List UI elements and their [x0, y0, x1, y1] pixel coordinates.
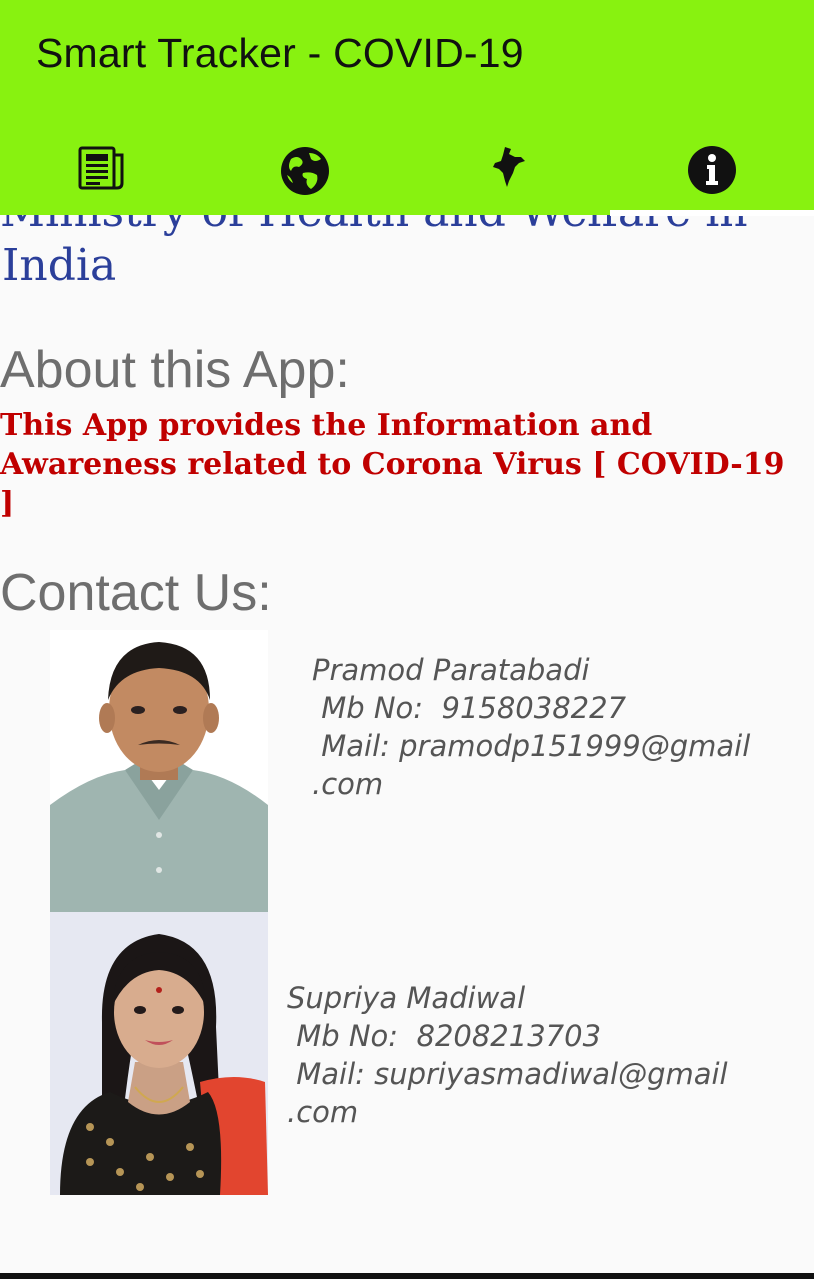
contact-card-supriya: Supriya Madiwal Mb No: 8208213703 Mail: …: [287, 979, 728, 1131]
contact-mobile[interactable]: Mb No: 9158038227: [312, 689, 750, 727]
tab-info[interactable]: [611, 130, 814, 215]
contact-heading: Contact Us:: [0, 564, 272, 622]
ministry-heading-last-line: India: [2, 240, 117, 291]
about-description: This App provides the Information and Aw…: [0, 408, 785, 521]
about-heading: About this App:: [0, 341, 350, 399]
contact-photo-supriya: [50, 912, 268, 1195]
contact-mail[interactable]: Mail: supriyasmadiwal@gmail: [287, 1055, 727, 1093]
contact-mobile[interactable]: Mb No: 8208213703: [287, 1017, 728, 1055]
info-icon: [688, 146, 737, 194]
tab-india[interactable]: [407, 130, 611, 215]
selected-tab-indicator: [610, 210, 814, 216]
contact-mail[interactable]: Mail: pramodp151999@gmail: [312, 727, 750, 765]
tab-world[interactable]: [204, 130, 408, 215]
contact-name: Supriya Madiwal: [287, 981, 526, 1015]
tab-bar: [0, 130, 814, 215]
system-bottom-bar: [0, 1273, 814, 1279]
tab-news[interactable]: [0, 130, 204, 215]
contact-photo-pramod: [50, 630, 268, 913]
contact-mail-tail[interactable]: .com: [312, 765, 750, 803]
globe-icon: [281, 147, 330, 195]
newspaper-icon: [78, 146, 124, 190]
contact-card-pramod: Pramod Paratabadi Mb No: 9158038227 Mail…: [312, 651, 750, 803]
india-map-icon: [492, 147, 525, 187]
contact-name: Pramod Paratabadi: [312, 653, 590, 687]
contact-mail-tail[interactable]: .com: [287, 1093, 728, 1131]
app-title: Smart Tracker - COVID-19: [36, 30, 524, 76]
app-bar: Smart Tracker - COVID-19: [0, 0, 814, 215]
